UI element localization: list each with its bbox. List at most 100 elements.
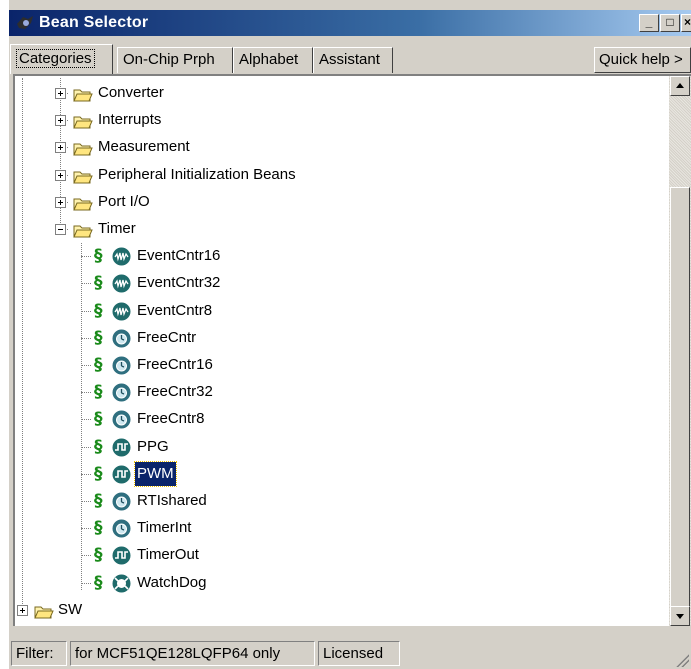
bean-marker-icon: §	[94, 491, 103, 511]
tree-category-label: Interrupts	[98, 111, 162, 129]
tree-bean-label: FreeCntr16	[137, 356, 213, 373]
vertical-scrollbar[interactable]	[669, 76, 691, 626]
pulse-generator-icon	[112, 465, 131, 484]
tree-connector	[81, 501, 91, 502]
tree-bean-rtishared[interactable]: § RTIshared	[17, 489, 657, 513]
expand-icon[interactable]	[55, 169, 66, 181]
resize-grip-icon[interactable]	[675, 653, 689, 667]
watchdog-icon	[112, 574, 131, 593]
maximize-button[interactable]: □	[660, 14, 680, 32]
bean-marker-icon: §	[94, 545, 103, 566]
tree-connector	[81, 365, 91, 366]
minimize-button[interactable]: _	[639, 14, 659, 32]
filter-label: Filter:	[16, 645, 54, 662]
bean-marker-icon: §	[94, 246, 103, 267]
tree-bean-eventcntr8[interactable]: § EventCntr8	[17, 299, 657, 323]
tree-connector	[81, 310, 91, 312]
tab-on-chip-prph[interactable]: On-Chip Prph	[117, 47, 233, 73]
tree-bean-eventcntr16[interactable]: § EventCntr16	[17, 244, 657, 268]
folder-open-icon	[73, 222, 93, 238]
tree-bean-freecntr8[interactable]: § FreeCntr8	[17, 407, 657, 431]
category-tree-panel: Converter Interrupts Measurement Peripheral…	[13, 74, 691, 626]
title-bar[interactable]: Bean Selector _ □ ×	[9, 10, 691, 36]
expand-icon[interactable]	[55, 115, 66, 127]
tree-bean-timerint[interactable]: § TimerInt	[17, 516, 657, 540]
scroll-down-button[interactable]	[670, 606, 690, 626]
tree-bean-freecntr[interactable]: § FreeCntr	[17, 326, 657, 350]
free-counter-icon	[112, 519, 131, 538]
event-counter-icon	[112, 302, 131, 321]
tab-label: Categories	[16, 49, 95, 68]
tree-bean-label: TimerInt	[137, 519, 192, 537]
tree-bean-pwm[interactable]: § PWM	[17, 460, 657, 487]
tree-connector	[81, 256, 91, 258]
tree-category-port-i-o[interactable]: Port I/O	[17, 190, 657, 214]
bean-marker-icon: §	[94, 382, 103, 403]
scroll-up-button[interactable]	[670, 76, 690, 96]
tree-category-peripheral-initialization-beans[interactable]: Peripheral Initialization Beans	[17, 163, 657, 187]
filter-label-cell: Filter:	[11, 641, 67, 666]
expand-icon[interactable]	[55, 196, 66, 208]
folder-icon	[73, 195, 93, 211]
event-counter-icon	[112, 274, 131, 293]
tree-connector	[81, 582, 91, 584]
bean-selector-app-icon	[17, 16, 33, 29]
tree-bean-label: FreeCntr	[137, 328, 197, 346]
tree-bean-label: TimerOut	[137, 546, 199, 564]
license-cell: Licensed	[318, 641, 400, 666]
tree-connector	[81, 446, 91, 448]
tree-bean-watchdog[interactable]: § WatchDog	[17, 571, 657, 595]
tree-category-label: SW	[58, 600, 83, 618]
tree-category-timer[interactable]: Timer	[17, 217, 657, 241]
free-counter-icon	[112, 356, 131, 375]
tree-category-sw[interactable]: SW	[17, 598, 657, 622]
tree-category-converter[interactable]: Converter	[17, 81, 657, 105]
tree-bean-freecntr16[interactable]: § FreeCntr16	[17, 353, 657, 377]
expand-icon[interactable]	[17, 604, 28, 616]
scroll-thumb[interactable]	[670, 187, 690, 607]
tab-strip: Categories On-Chip Prph Alphabet Assista…	[9, 44, 691, 74]
tab-label: Alphabet	[239, 51, 299, 68]
tree-bean-label: PWM	[134, 460, 177, 487]
tree-bean-timerout[interactable]: § TimerOut	[17, 543, 657, 567]
folder-icon	[73, 168, 93, 184]
filter-value-cell: for MCF51QE128LQFP64 only	[70, 641, 315, 666]
tree-category-interrupts[interactable]: Interrupts	[17, 108, 657, 132]
free-counter-icon	[112, 329, 131, 348]
tab-label: Assistant	[319, 51, 380, 68]
tree-bean-label: EventCntr16	[137, 247, 221, 265]
folder-icon	[73, 113, 93, 129]
tree-category-label: Port I/O	[98, 192, 150, 210]
free-counter-icon	[112, 410, 131, 429]
tab-categories[interactable]: Categories	[10, 44, 113, 74]
tree-connector	[81, 419, 91, 421]
maximize-icon: □	[666, 15, 674, 29]
tree-bean-ppg[interactable]: § PPG	[17, 435, 657, 459]
tree-bean-label: FreeCntr8	[137, 410, 205, 428]
tree-bean-freecntr32[interactable]: § FreeCntr32	[17, 380, 657, 404]
tree-category-measurement[interactable]: Measurement	[17, 135, 657, 159]
tree-connector	[81, 555, 91, 557]
quick-help-button[interactable]: Quick help >	[594, 47, 691, 73]
window-left-edge	[0, 0, 9, 669]
tab-assistant[interactable]: Assistant	[313, 47, 393, 73]
window-title: Bean Selector	[39, 14, 149, 31]
collapse-icon[interactable]	[55, 224, 66, 235]
tab-alphabet[interactable]: Alphabet	[233, 47, 313, 73]
expand-icon[interactable]	[55, 142, 66, 154]
pulse-generator-icon	[112, 438, 131, 457]
free-counter-icon	[112, 492, 131, 511]
expand-icon[interactable]	[55, 88, 66, 99]
category-tree[interactable]: Converter Interrupts Measurement Peripheral…	[17, 78, 671, 624]
event-counter-icon	[112, 247, 131, 266]
tab-label: On-Chip Prph	[123, 51, 215, 68]
bean-marker-icon: §	[94, 273, 103, 294]
arrow-down-icon	[676, 614, 684, 619]
close-button[interactable]: ×	[681, 14, 691, 32]
tree-bean-label: EventCntr32	[137, 274, 221, 292]
tree-category-label: Converter	[98, 84, 164, 101]
tree-bean-eventcntr32[interactable]: § EventCntr32	[17, 271, 657, 295]
quick-help-label: Quick help >	[599, 51, 683, 68]
tree-connector	[81, 337, 91, 339]
bean-marker-icon: §	[94, 355, 103, 375]
